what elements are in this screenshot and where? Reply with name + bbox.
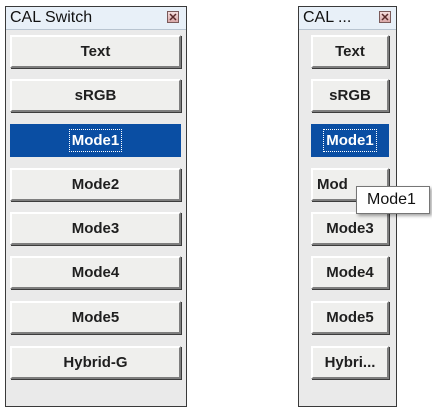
- button-label: Mod: [317, 176, 348, 193]
- button-label: Mode2: [71, 176, 120, 193]
- window-titlebar[interactable]: CAL Switch: [6, 7, 186, 30]
- button-label: Mode5: [326, 309, 374, 326]
- button-label: Hybrid-G: [63, 354, 128, 371]
- button-label: Text: [335, 43, 365, 60]
- window-title: CAL ...: [303, 9, 352, 26]
- srgb-button[interactable]: sRGB: [10, 79, 181, 112]
- mode2-button[interactable]: Mode2: [10, 168, 181, 201]
- close-icon[interactable]: [379, 11, 391, 23]
- button-label: Hybri...: [324, 354, 376, 371]
- button-label: Mode4: [71, 264, 120, 281]
- mode4-button[interactable]: Mode4: [311, 256, 389, 289]
- button-label: Mode4: [326, 264, 374, 281]
- window-title: CAL Switch: [10, 9, 93, 26]
- srgb-button[interactable]: sRGB: [311, 79, 389, 112]
- mode5-button[interactable]: Mode5: [311, 301, 389, 334]
- button-label: sRGB: [329, 87, 371, 104]
- button-label: Mode1: [68, 129, 123, 152]
- button-label: Mode3: [71, 220, 120, 237]
- mode1-button[interactable]: Mode1: [10, 124, 181, 157]
- close-icon[interactable]: [167, 11, 179, 23]
- hybrid-g-button[interactable]: Hybri...: [311, 346, 389, 379]
- text-button[interactable]: Text: [10, 35, 181, 68]
- mode1-button[interactable]: Mode1: [311, 124, 389, 157]
- text-button[interactable]: Text: [311, 35, 389, 68]
- mode-tooltip: Mode1: [356, 186, 430, 214]
- hybrid-g-button[interactable]: Hybrid-G: [10, 346, 181, 379]
- cal-switch-window: CAL Switch Text sRGB Mode1 Mode2 Mode3 M…: [5, 6, 187, 407]
- mode3-button[interactable]: Mode3: [10, 212, 181, 245]
- mode5-button[interactable]: Mode5: [10, 301, 181, 334]
- button-label: Mode1: [323, 129, 377, 152]
- window-titlebar[interactable]: CAL ...: [299, 7, 396, 30]
- mode3-button[interactable]: Mode3: [311, 212, 389, 245]
- button-label: Mode5: [71, 309, 120, 326]
- button-label: Mode3: [326, 220, 374, 237]
- button-label: sRGB: [74, 87, 117, 104]
- mode4-button[interactable]: Mode4: [10, 256, 181, 289]
- button-label: Text: [80, 43, 111, 60]
